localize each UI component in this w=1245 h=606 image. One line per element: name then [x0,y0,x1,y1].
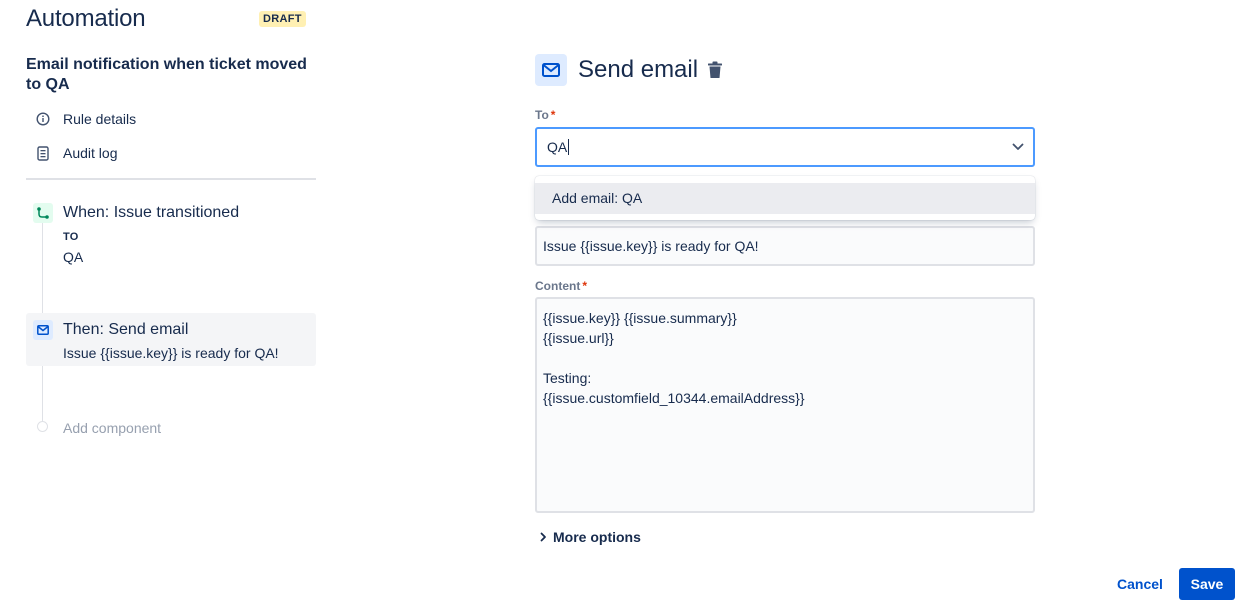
dropdown-option-add-email[interactable]: Add email: QA [535,183,1035,214]
content-label: Content * [535,279,587,293]
editor-title: Send email [578,56,699,83]
save-button[interactable]: Save [1179,568,1235,600]
rule-name: Email notification when ticket moved to … [26,56,307,93]
to-select-value[interactable]: QA [547,139,570,155]
chevron-right-icon [537,531,549,543]
add-component-button[interactable]: Add component [63,420,161,436]
more-options-toggle[interactable]: More options [537,529,641,545]
content-textarea[interactable]: {{issue.key}} {{issue.summary}} {{issue.… [535,297,1035,513]
trigger-icon-box[interactable] [33,203,53,223]
subject-input[interactable]: Issue {{issue.key}} is ready for QA! [535,226,1035,266]
info-icon [34,110,52,128]
nav-item-audit-log[interactable]: Audit log [34,144,117,162]
add-component-dot [37,421,48,432]
action-icon-box [33,320,53,340]
transition-icon [37,207,49,219]
trigger-title[interactable]: When: Issue transitioned [63,204,239,222]
trigger-sub-label: TO [63,231,79,243]
to-select[interactable]: QA [535,127,1035,167]
to-label: To * [535,108,556,122]
to-dropdown-menu: Add email: QA [535,176,1035,220]
trash-icon[interactable] [706,60,724,80]
nav-item-label: Rule details [63,111,137,127]
editor-header-icon [535,54,567,86]
chevron-down-icon[interactable] [1009,138,1027,156]
action-title: Then: Send email [63,321,189,338]
divider [26,178,316,180]
nav-item-label: Audit log [63,145,118,161]
more-options-label: More options [553,529,641,545]
draft-badge: DRAFT [259,11,306,27]
app-title: Automation [26,5,146,32]
document-icon [34,144,52,162]
nav-item-rule-details[interactable]: Rule details [34,110,136,128]
mail-icon [37,325,49,335]
cancel-button[interactable]: Cancel [1109,568,1171,600]
mail-icon [542,63,560,77]
action-subtitle: Issue {{issue.key}} is ready for QA! [63,345,279,361]
trigger-sub-value: QA [63,249,84,265]
